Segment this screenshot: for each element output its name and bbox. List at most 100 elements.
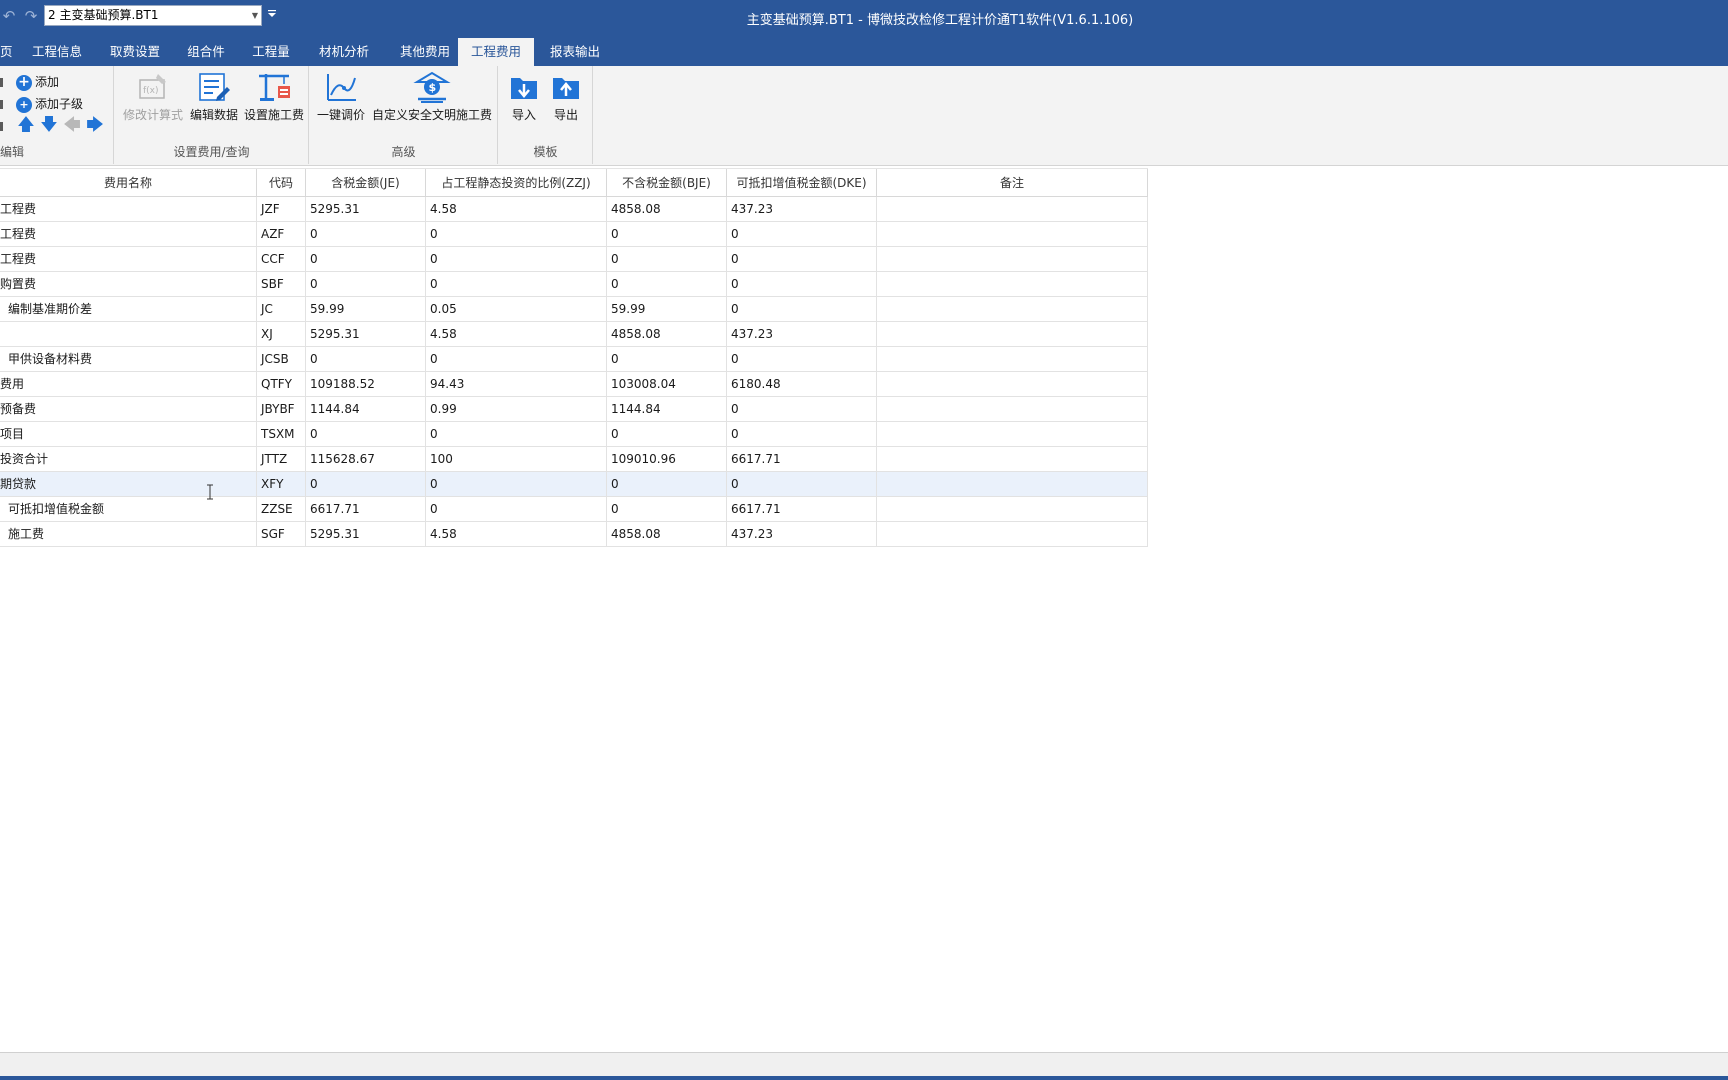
table-cell-note[interactable] bbox=[877, 397, 1148, 421]
table-cell-code[interactable]: XFY bbox=[257, 472, 306, 496]
table-cell-code[interactable]: JTTZ bbox=[257, 447, 306, 471]
table-cell-je[interactable]: 109188.52 bbox=[306, 372, 426, 396]
table-cell-bje[interactable]: 0 bbox=[607, 472, 727, 496]
table-cell-zzj[interactable]: 0.05 bbox=[426, 297, 607, 321]
table-cell-dke[interactable]: 0 bbox=[727, 272, 877, 296]
table-cell-dke[interactable]: 0 bbox=[727, 397, 877, 421]
table-cell-zzj[interactable]: 0 bbox=[426, 497, 607, 521]
table-cell-zzj[interactable]: 0 bbox=[426, 347, 607, 371]
table-cell-name[interactable]: 甲供设备材料费 bbox=[0, 347, 257, 371]
table-row[interactable]: 工程费 JZF 5295.31 4.58 4858.08 437.23 bbox=[0, 197, 1148, 222]
table-cell-note[interactable] bbox=[877, 372, 1148, 396]
table-cell-note[interactable] bbox=[877, 247, 1148, 271]
tab-7[interactable]: 工程费用 bbox=[458, 38, 534, 66]
edit-data-button[interactable]: 编辑数据 bbox=[186, 70, 242, 132]
table-cell-code[interactable]: JCSB bbox=[257, 347, 306, 371]
table-cell-je[interactable]: 6617.71 bbox=[306, 497, 426, 521]
table-cell-name[interactable]: 期贷款 bbox=[0, 472, 257, 496]
table-cell-bje[interactable]: 59.99 bbox=[607, 297, 727, 321]
table-cell-dke[interactable]: 6617.71 bbox=[727, 447, 877, 471]
table-row[interactable]: 购置费 SBF 0 0 0 0 bbox=[0, 272, 1148, 297]
table-cell-bje[interactable]: 109010.96 bbox=[607, 447, 727, 471]
tab-3[interactable]: 组合件 bbox=[178, 38, 234, 66]
tab-6[interactable]: 其他费用 bbox=[386, 38, 464, 66]
table-cell-zzj[interactable]: 4.58 bbox=[426, 522, 607, 546]
import-button[interactable]: 导入 bbox=[505, 70, 543, 132]
table-cell-je[interactable]: 0 bbox=[306, 222, 426, 246]
table-cell-je[interactable]: 0 bbox=[306, 272, 426, 296]
table-row[interactable]: 期贷款 XFY 0 0 0 0 bbox=[0, 472, 1148, 497]
table-cell-bje[interactable]: 4858.08 bbox=[607, 322, 727, 346]
table-cell-note[interactable] bbox=[877, 522, 1148, 546]
tab-2[interactable]: 取费设置 bbox=[96, 38, 174, 66]
table-cell-name[interactable]: 施工费 bbox=[0, 522, 257, 546]
table-cell-dke[interactable]: 6617.71 bbox=[727, 497, 877, 521]
table-cell-bje[interactable]: 0 bbox=[607, 272, 727, 296]
table-cell-bje[interactable]: 0 bbox=[607, 347, 727, 371]
tab-1[interactable]: 工程信息 bbox=[22, 38, 92, 66]
table-cell-name[interactable]: 编制基准期价差 bbox=[0, 297, 257, 321]
column-header[interactable]: 占工程静态投资的比例(ZZJ) bbox=[426, 169, 607, 197]
move-down-icon[interactable]: 🡇 bbox=[40, 116, 58, 134]
table-cell-note[interactable] bbox=[877, 222, 1148, 246]
set-construction-fee-button[interactable]: 设置施工费 bbox=[243, 70, 305, 132]
table-cell-dke[interactable]: 6180.48 bbox=[727, 372, 877, 396]
table-row[interactable]: 预备费 JBYBF 1144.84 0.99 1144.84 0 bbox=[0, 397, 1148, 422]
table-row[interactable]: 工程费 AZF 0 0 0 0 bbox=[0, 222, 1148, 247]
indent-icon[interactable]: 🡆 bbox=[86, 116, 104, 134]
table-row[interactable]: 施工费 SGF 5295.31 4.58 4858.08 437.23 bbox=[0, 522, 1148, 547]
column-header[interactable]: 备注 bbox=[877, 169, 1148, 197]
table-cell-dke[interactable]: 0 bbox=[727, 297, 877, 321]
table-row[interactable]: 可抵扣增值税金额 ZZSE 6617.71 0 0 6617.71 bbox=[0, 497, 1148, 522]
table-cell-note[interactable] bbox=[877, 497, 1148, 521]
tab-0[interactable]: 页 bbox=[0, 38, 13, 66]
table-cell-name[interactable]: 项目 bbox=[0, 422, 257, 446]
export-button[interactable]: 导出 bbox=[547, 70, 585, 132]
table-cell-je[interactable]: 0 bbox=[306, 422, 426, 446]
table-cell-bje[interactable]: 0 bbox=[607, 222, 727, 246]
table-cell-bje[interactable]: 103008.04 bbox=[607, 372, 727, 396]
table-cell-name[interactable] bbox=[0, 322, 257, 346]
table-cell-dke[interactable]: 0 bbox=[727, 422, 877, 446]
table-cell-zzj[interactable]: 0 bbox=[426, 472, 607, 496]
table-row[interactable]: 甲供设备材料费 JCSB 0 0 0 0 bbox=[0, 347, 1148, 372]
document-selector[interactable]: 2 主变基础预算.BT1 ▼ bbox=[44, 5, 262, 26]
table-cell-code[interactable]: SBF bbox=[257, 272, 306, 296]
table-row[interactable]: XJ 5295.31 4.58 4858.08 437.23 bbox=[0, 322, 1148, 347]
table-cell-name[interactable]: 购置费 bbox=[0, 272, 257, 296]
table-cell-name[interactable]: 投资合计 bbox=[0, 447, 257, 471]
outdent-icon[interactable]: 🡄 bbox=[63, 116, 81, 134]
table-cell-zzj[interactable]: 0 bbox=[426, 272, 607, 296]
table-cell-zzj[interactable]: 0.99 bbox=[426, 397, 607, 421]
table-cell-dke[interactable]: 0 bbox=[727, 222, 877, 246]
move-up-icon[interactable]: 🡅 bbox=[17, 116, 35, 134]
one-key-adjust-button[interactable]: 一键调价 bbox=[314, 70, 368, 132]
table-cell-note[interactable] bbox=[877, 447, 1148, 471]
table-cell-bje[interactable]: 1144.84 bbox=[607, 397, 727, 421]
table-cell-je[interactable]: 1144.84 bbox=[306, 397, 426, 421]
table-cell-bje[interactable]: 0 bbox=[607, 247, 727, 271]
table-cell-zzj[interactable]: 4.58 bbox=[426, 197, 607, 221]
table-cell-code[interactable]: JC bbox=[257, 297, 306, 321]
modify-formula-button[interactable]: f(x) 修改计算式 bbox=[122, 70, 184, 132]
table-cell-name[interactable]: 费用 bbox=[0, 372, 257, 396]
table-cell-je[interactable]: 5295.31 bbox=[306, 522, 426, 546]
table-cell-je[interactable]: 0 bbox=[306, 472, 426, 496]
table-cell-bje[interactable]: 0 bbox=[607, 422, 727, 446]
column-header[interactable]: 可抵扣增值税金额(DKE) bbox=[727, 169, 877, 197]
redo-icon[interactable]: ↷ bbox=[22, 7, 40, 25]
table-cell-zzj[interactable]: 0 bbox=[426, 247, 607, 271]
table-row[interactable]: 项目 TSXM 0 0 0 0 bbox=[0, 422, 1148, 447]
table-cell-zzj[interactable]: 100 bbox=[426, 447, 607, 471]
table-row[interactable]: 投资合计 JTTZ 115628.67 100 109010.96 6617.71 bbox=[0, 447, 1148, 472]
table-row[interactable]: 费用 QTFY 109188.52 94.43 103008.04 6180.48 bbox=[0, 372, 1148, 397]
custom-safety-fee-button[interactable]: $ 自定义安全文明施工费 bbox=[370, 70, 494, 132]
tab-8[interactable]: 报表输出 bbox=[538, 38, 612, 66]
table-cell-note[interactable] bbox=[877, 347, 1148, 371]
add-button[interactable]: + 添加 bbox=[16, 72, 59, 92]
table-cell-note[interactable] bbox=[877, 322, 1148, 346]
table-cell-dke[interactable]: 437.23 bbox=[727, 322, 877, 346]
table-cell-code[interactable]: SGF bbox=[257, 522, 306, 546]
column-header[interactable]: 不含税金额(BJE) bbox=[607, 169, 727, 197]
table-cell-note[interactable] bbox=[877, 197, 1148, 221]
